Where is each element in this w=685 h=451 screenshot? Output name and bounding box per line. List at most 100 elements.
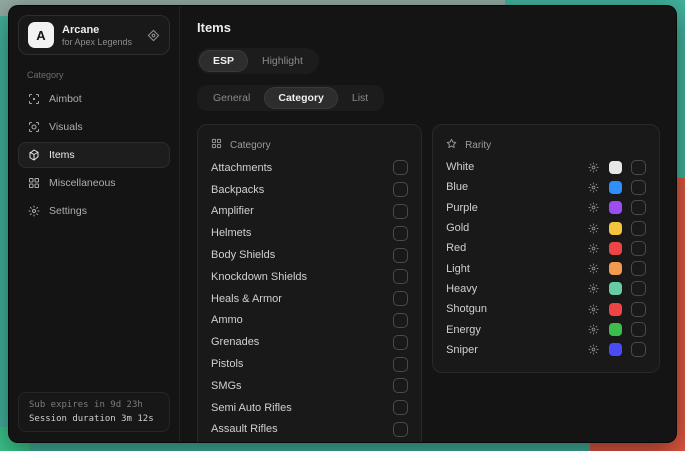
settings-icon[interactable]: [588, 263, 599, 274]
rarity-row: Heavy: [446, 279, 646, 299]
category-row: Ammo: [211, 310, 408, 332]
color-swatch[interactable]: [609, 161, 622, 174]
category-checkbox[interactable]: [393, 422, 408, 437]
sidebar-item-label: Aimbot: [49, 93, 82, 105]
sidebar-item-items[interactable]: Items: [18, 142, 170, 168]
rarity-checkbox[interactable]: [631, 281, 646, 296]
settings-icon[interactable]: [588, 223, 599, 234]
brand-card: A Arcane for Apex Legends: [18, 15, 170, 55]
sidebar-item-aimbot[interactable]: Aimbot: [18, 86, 170, 112]
category-label: Grenades: [211, 336, 259, 348]
category-label: Pistols: [211, 358, 243, 370]
brand-subtitle: for Apex Legends: [62, 37, 132, 47]
rarity-label: Energy: [446, 324, 588, 336]
category-label: SMGs: [211, 380, 242, 392]
app-logo: A: [28, 22, 54, 48]
rarity-checkbox[interactable]: [631, 160, 646, 175]
category-label: Body Shields: [211, 249, 275, 261]
rarity-row: Red: [446, 238, 646, 258]
category-checkbox[interactable]: [393, 269, 408, 284]
rarity-checkbox[interactable]: [631, 342, 646, 357]
category-row: Body Shields: [211, 244, 408, 266]
category-label: Knockdown Shields: [211, 271, 307, 283]
category-row: Helmets: [211, 222, 408, 244]
rarity-label: Sniper: [446, 344, 588, 356]
rarity-row: Shotgun: [446, 299, 646, 319]
rarity-label: Shotgun: [446, 303, 588, 315]
category-checkbox[interactable]: [393, 204, 408, 219]
rarity-checkbox[interactable]: [631, 221, 646, 236]
color-swatch[interactable]: [609, 201, 622, 214]
category-label: Assault Rifles: [211, 423, 278, 435]
color-swatch[interactable]: [609, 343, 622, 356]
category-row: SMGs: [211, 375, 408, 397]
tab-category[interactable]: Category: [265, 88, 337, 108]
color-swatch[interactable]: [609, 303, 622, 316]
sidebar-item-settings[interactable]: Settings: [18, 198, 170, 224]
sidebar: A Arcane for Apex Legends Category Aimbo…: [9, 6, 180, 442]
category-checkbox[interactable]: [393, 400, 408, 415]
category-checkbox[interactable]: [393, 291, 408, 306]
sidebar-item-miscellaneous[interactable]: Miscellaneous: [18, 170, 170, 196]
color-swatch[interactable]: [609, 222, 622, 235]
rarity-row: Sniper: [446, 340, 646, 360]
rarity-label: Gold: [446, 222, 588, 234]
category-label: Attachments: [211, 162, 272, 174]
category-checkbox[interactable]: [393, 313, 408, 328]
mode-highlight[interactable]: Highlight: [249, 51, 316, 71]
category-checkbox[interactable]: [393, 226, 408, 241]
category-panel-title: Category: [230, 140, 271, 151]
rarity-row: Blue: [446, 177, 646, 197]
category-row: LMGs: [211, 440, 408, 442]
color-swatch[interactable]: [609, 242, 622, 255]
settings-icon[interactable]: [588, 304, 599, 315]
category-label: Semi Auto Rifles: [211, 402, 292, 414]
settings-icon[interactable]: [588, 202, 599, 213]
color-swatch[interactable]: [609, 181, 622, 194]
rarity-label: Heavy: [446, 283, 588, 295]
tab-general[interactable]: General: [200, 88, 263, 108]
rarity-checkbox[interactable]: [631, 241, 646, 256]
category-row: Knockdown Shields: [211, 266, 408, 288]
category-panel: Category AttachmentsBackpacksAmplifierHe…: [197, 124, 422, 442]
category-checkbox[interactable]: [393, 248, 408, 263]
settings-icon[interactable]: [588, 344, 599, 355]
sidebar-item-label: Visuals: [49, 121, 83, 133]
rarity-panel: Rarity WhiteBluePurpleGoldRedLightHeavyS…: [432, 124, 660, 373]
category-row: Pistols: [211, 353, 408, 375]
category-row: Attachments: [211, 157, 408, 179]
panels-area: Category AttachmentsBackpacksAmplifierHe…: [197, 124, 660, 442]
rarity-checkbox[interactable]: [631, 322, 646, 337]
rarity-checkbox[interactable]: [631, 180, 646, 195]
category-row: Semi Auto Rifles: [211, 397, 408, 419]
rarity-checkbox[interactable]: [631, 261, 646, 276]
gear-icon: [28, 205, 40, 217]
mode-esp[interactable]: ESP: [200, 51, 247, 71]
rarity-checkbox[interactable]: [631, 200, 646, 215]
crosshair-icon[interactable]: [147, 29, 160, 42]
color-swatch[interactable]: [609, 262, 622, 275]
sidebar-item-visuals[interactable]: Visuals: [18, 114, 170, 140]
sidebar-nav: Aimbot Visuals ItemsMiscellaneousSettings: [18, 86, 170, 226]
rarity-label: White: [446, 161, 588, 173]
category-checkbox[interactable]: [393, 182, 408, 197]
category-checkbox[interactable]: [393, 160, 408, 175]
settings-icon[interactable]: [588, 283, 599, 294]
color-swatch[interactable]: [609, 282, 622, 295]
session-duration-text: Session duration 3m 12s: [29, 414, 159, 424]
rarity-label: Light: [446, 263, 588, 275]
color-swatch[interactable]: [609, 323, 622, 336]
tab-bar: GeneralCategoryList: [197, 85, 384, 111]
settings-icon[interactable]: [588, 243, 599, 254]
category-checkbox[interactable]: [393, 335, 408, 350]
rarity-checkbox[interactable]: [631, 302, 646, 317]
rarity-label: Blue: [446, 181, 588, 193]
tab-list[interactable]: List: [339, 88, 381, 108]
settings-icon[interactable]: [588, 162, 599, 173]
category-checkbox[interactable]: [393, 378, 408, 393]
category-checkbox[interactable]: [393, 357, 408, 372]
category-label: Helmets: [211, 227, 251, 239]
aimbot-icon: [28, 93, 40, 105]
settings-icon[interactable]: [588, 324, 599, 335]
settings-icon[interactable]: [588, 182, 599, 193]
